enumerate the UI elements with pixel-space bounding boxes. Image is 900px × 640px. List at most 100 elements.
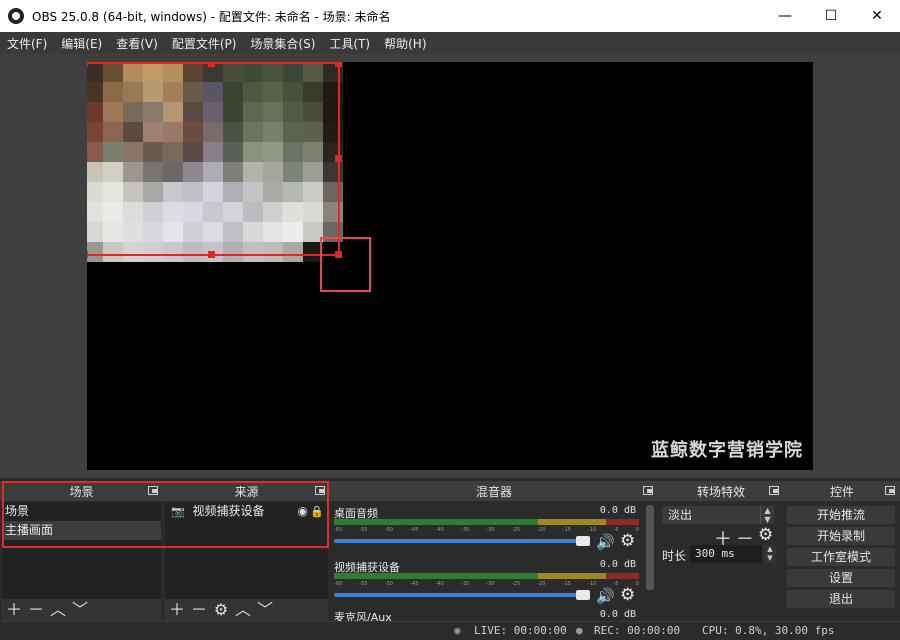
exit-button[interactable]: 退出 <box>787 590 895 608</box>
eye-icon[interactable]: ◉ <box>298 502 308 521</box>
undock-icon[interactable] <box>315 486 325 495</box>
scenes-toolbar: ＋ － ︿ ﹀ <box>2 599 161 621</box>
list-item[interactable]: 主播画面 <box>2 521 161 540</box>
resize-handle[interactable] <box>87 62 88 67</box>
move-down-icon[interactable]: ﹀ <box>257 602 273 618</box>
move-up-icon[interactable]: ︿ <box>235 602 251 618</box>
menu-edit[interactable]: 编辑(E) <box>54 35 109 52</box>
camera-icon: 📷 <box>171 505 185 518</box>
move-down-icon[interactable]: ﹀ <box>72 602 88 618</box>
tick-label: -45 <box>410 527 419 533</box>
tick-label: 0 <box>635 527 639 533</box>
studio-mode-button[interactable]: 工作室模式 <box>787 548 895 566</box>
menu-profile[interactable]: 配置文件(P) <box>165 35 244 52</box>
gear-icon[interactable]: ⚙ <box>620 531 635 551</box>
undock-icon[interactable] <box>643 486 653 495</box>
volume-slider-handle[interactable] <box>576 590 590 600</box>
start-streaming-button[interactable]: 开始推流 <box>787 506 895 524</box>
volume-slider[interactable] <box>334 593 584 597</box>
duration-input[interactable]: 300 ms <box>690 545 762 563</box>
meter-ticks: -60 -55 -50 -45 -40 -35 -30 -25 -20 -15 -10 -5 0 <box>334 581 639 589</box>
stepper-icon[interactable]: ▲ ▼ <box>764 545 776 563</box>
controls-header: 控件 <box>784 481 900 501</box>
maximize-button[interactable]: ☐ <box>808 0 854 32</box>
resize-handle[interactable] <box>87 251 88 258</box>
settings-button[interactable]: 设置 <box>787 569 895 587</box>
mixer-channel: 视频捕获设备 0.0 dB -60 -55 -50 -45 -40 -35 -30 -25 -2… <box>334 559 639 609</box>
video-capture-source[interactable] <box>87 62 345 262</box>
menu-bar: 文件(F) 编辑(E) 查看(V) 配置文件(P) 场景集合(S) 工具(T) … <box>0 32 900 54</box>
tick-label: -10 <box>588 527 597 533</box>
resize-handle[interactable] <box>87 155 88 162</box>
tick-label: -30 <box>486 581 495 587</box>
list-item[interactable]: 📷 视频捕获设备 ◉ 🔒 <box>165 502 328 521</box>
source-label: 视频捕获设备 <box>192 504 265 518</box>
tick-label: -40 <box>435 527 444 533</box>
window-title: OBS 25.0.8 (64-bit, windows) - 配置文件: 未命名… <box>32 9 391 24</box>
transition-value: 淡出 <box>668 508 693 522</box>
list-item[interactable]: 场景 <box>2 502 161 521</box>
close-button[interactable]: ✕ <box>854 0 900 32</box>
sources-toolbar: ＋ － ⚙ ︿ ﹀ <box>165 599 328 621</box>
scenes-list[interactable]: 场景 主播画面 <box>2 502 161 599</box>
level-meter <box>334 519 639 525</box>
sources-title: 来源 <box>234 484 259 499</box>
tick-label: -35 <box>461 527 470 533</box>
duration-label: 时长 <box>662 549 687 563</box>
minimize-button[interactable]: — <box>762 0 808 32</box>
move-up-icon[interactable]: ︿ <box>50 602 66 618</box>
mixer-title: 混音器 <box>475 484 512 499</box>
resize-handle[interactable] <box>208 251 215 258</box>
chevron-updown-icon: ▲ ▼ <box>760 506 774 524</box>
tick-label: -60 <box>334 581 343 587</box>
channel-db: 0.0 dB <box>599 559 636 570</box>
transition-select[interactable]: 淡出 ▲ ▼ <box>662 506 774 524</box>
mixer-channel: 桌面音频 0.0 dB -60 -55 -50 -45 -40 -35 -30 -25 -20-… <box>334 505 639 555</box>
lock-icon[interactable]: 🔒 <box>310 502 324 521</box>
mixer-channel: 麦克风/Aux 0.0 dB <box>334 609 638 621</box>
start-recording-button[interactable]: 开始录制 <box>787 527 895 545</box>
live-timer: LIVE: 00:00:00 <box>474 624 567 637</box>
tick-label: -20 <box>537 527 546 533</box>
gear-icon[interactable]: ⚙ <box>213 602 229 618</box>
remove-icon[interactable]: － <box>28 602 44 618</box>
gear-icon[interactable]: ⚙ <box>620 585 635 605</box>
tick-label: -55 <box>359 581 368 587</box>
preview-canvas[interactable]: 蓝鲸数字营销学院 <box>87 62 813 470</box>
undock-icon[interactable] <box>148 486 158 495</box>
remove-icon[interactable]: － <box>191 602 207 618</box>
menu-tools[interactable]: 工具(T) <box>322 35 377 52</box>
volume-slider-handle[interactable] <box>576 536 590 546</box>
add-icon[interactable]: ＋ <box>169 602 185 618</box>
selection-box <box>87 62 340 256</box>
tick-label: -50 <box>384 527 393 533</box>
obs-logo-icon <box>8 8 24 24</box>
add-icon[interactable]: ＋ <box>6 602 22 618</box>
undock-icon[interactable] <box>769 486 779 495</box>
speaker-icon[interactable]: 🔊 <box>596 587 615 605</box>
resize-handle[interactable] <box>208 62 215 67</box>
channel-db: 0.0 dB <box>599 609 636 620</box>
volume-slider[interactable] <box>334 539 584 543</box>
sources-dock: 来源 📷 视频捕获设备 ◉ 🔒 ＋ － ⚙ ︿ ﹀ <box>163 481 330 621</box>
sources-list[interactable]: 📷 视频捕获设备 ◉ 🔒 <box>165 502 328 599</box>
tick-label: -60 <box>334 527 343 533</box>
scenes-dock: 场景 场景 主播画面 ＋ － ︿ ﹀ <box>0 481 163 621</box>
channel-db: 0.0 dB <box>599 505 636 516</box>
tick-label: -15 <box>562 581 571 587</box>
menu-file[interactable]: 文件(F) <box>0 35 54 52</box>
gear-icon[interactable]: ⚙ <box>758 525 773 545</box>
resize-handle[interactable] <box>335 62 342 67</box>
menu-help[interactable]: 帮助(H) <box>377 35 433 52</box>
meter-ticks: -60 -55 -50 -45 -40 -35 -30 -25 -20 -15 -10 -5 0 <box>334 527 639 535</box>
title-bar: OBS 25.0.8 (64-bit, windows) - 配置文件: 未命名… <box>0 0 900 32</box>
speaker-icon[interactable]: 🔊 <box>596 533 615 551</box>
resize-handle[interactable] <box>335 155 342 162</box>
mixer-scrollbar[interactable] <box>646 505 654 590</box>
undock-icon[interactable] <box>885 486 895 495</box>
tick-label: -30 <box>486 527 495 533</box>
menu-view[interactable]: 查看(V) <box>109 35 165 52</box>
menu-scene-collection[interactable]: 场景集合(S) <box>243 35 322 52</box>
transitions-title: 转场特效 <box>696 484 745 499</box>
highlight-rectangle <box>320 237 371 292</box>
